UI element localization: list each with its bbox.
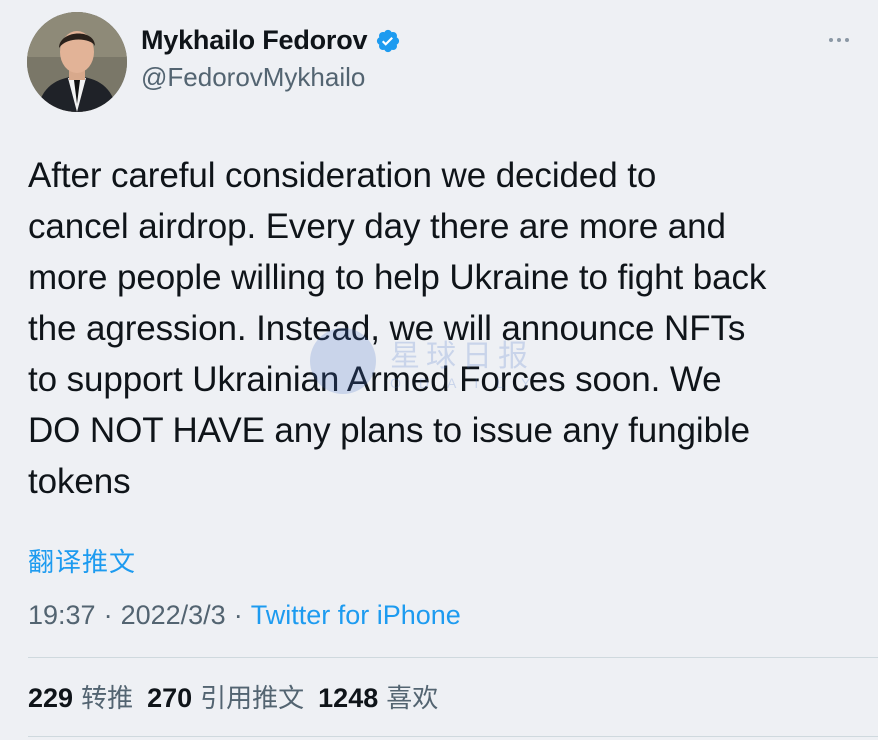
quotes-label[interactable]: 引用推文: [200, 678, 304, 715]
retweets-label[interactable]: 转推: [81, 678, 133, 715]
tweet-time[interactable]: 19:37: [28, 600, 96, 631]
divider: [28, 657, 878, 658]
tweet-source-link[interactable]: Twitter for iPhone: [251, 600, 461, 631]
translate-tweet-link[interactable]: 翻译推文: [28, 542, 136, 579]
avatar[interactable]: [27, 12, 127, 112]
more-options-icon[interactable]: [828, 30, 850, 50]
tweet-stats: 229 转推 270 引用推文 1248 喜欢: [28, 678, 452, 715]
tweet-date[interactable]: 2022/3/3: [121, 600, 226, 631]
likes-label[interactable]: 喜欢: [386, 678, 438, 715]
author-display-name[interactable]: Mykhailo Fedorov: [141, 25, 368, 56]
meta-separator: ·: [233, 600, 243, 630]
author-name-row[interactable]: Mykhailo Fedorov: [141, 25, 401, 56]
avatar-image: [27, 12, 127, 112]
divider: [28, 736, 878, 737]
meta-separator: ·: [103, 600, 113, 630]
likes-count[interactable]: 1248: [318, 683, 378, 714]
retweets-count[interactable]: 229: [28, 683, 73, 714]
quotes-count[interactable]: 270: [147, 683, 192, 714]
tweet-text: After careful consideration we decided t…: [28, 156, 767, 501]
author-handle[interactable]: @FedorovMykhailo: [141, 62, 365, 93]
verified-badge-icon: [375, 28, 401, 54]
tweet-meta: 19:37 · 2022/3/3 · Twitter for iPhone: [28, 600, 461, 631]
